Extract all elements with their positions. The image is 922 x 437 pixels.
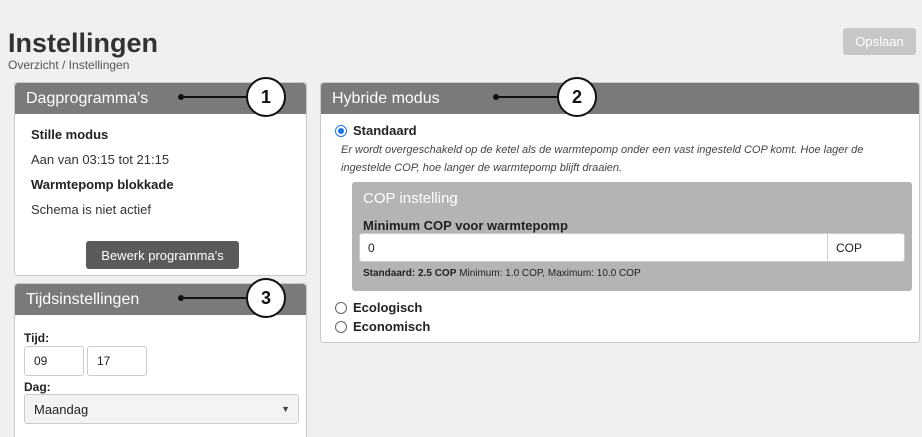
callout-2: 2 — [493, 77, 597, 117]
callout-badge: 2 — [557, 77, 597, 117]
callout-line — [499, 96, 557, 98]
minute-input[interactable]: 17 — [87, 346, 147, 376]
blokkade-value: Schema is niet actief — [31, 202, 151, 217]
day-select-value: Maandag — [34, 401, 89, 417]
option-label: Economisch — [353, 319, 431, 334]
cop-title: COP instelling — [363, 190, 458, 207]
cop-input[interactable]: 0 — [359, 233, 828, 262]
callout-badge: 1 — [246, 77, 286, 117]
blokkade-title: Warmtepomp blokkade — [31, 177, 174, 192]
cop-hint-range: Minimum: 1.0 COP, Maximum: 10.0 COP — [456, 268, 641, 279]
callout-3: 3 — [178, 278, 286, 318]
stille-modus-value: Aan van 03:15 tot 21:15 — [31, 152, 170, 167]
stille-modus-title: Stille modus — [31, 127, 109, 142]
radio-standaard[interactable] — [335, 124, 347, 137]
dagprogramma-header: Dagprogramma's 1 — [15, 77, 306, 117]
tijd-panel: Tijdsinstellingen 3 Tijd: 09 17 Dag: Maa… — [14, 278, 307, 437]
option-economisch[interactable]: Economisch — [335, 319, 430, 334]
tijd-title: Tijdsinstellingen — [26, 290, 140, 308]
page-title: Instellingen — [8, 28, 159, 58]
cop-settings-box: COP instelling Minimum COP voor warmtepo… — [352, 182, 912, 291]
chevron-down-icon: ▼ — [281, 404, 290, 414]
dagprogramma-title: Dagprogramma's — [26, 89, 149, 107]
radio-economisch[interactable] — [335, 320, 347, 333]
standaard-description: Er wordt overgeschakeld op de ketel als … — [341, 144, 864, 174]
dagprogramma-panel: Dagprogramma's 1 Stille modus Aan van 03… — [14, 77, 307, 276]
hour-input[interactable]: 09 — [24, 346, 84, 376]
callout-badge: 3 — [246, 278, 286, 318]
cop-label: Minimum COP voor warmtepomp — [363, 218, 568, 233]
hybride-header: Hybride modus 2 — [321, 77, 919, 117]
cop-unit: COP — [828, 233, 905, 262]
time-label: Tijd: — [24, 331, 50, 345]
hybride-title: Hybride modus — [332, 89, 440, 107]
callout-1: 1 — [178, 77, 286, 117]
option-ecologisch[interactable]: Ecologisch — [335, 300, 422, 315]
breadcrumb[interactable]: Overzicht / Instellingen — [8, 58, 158, 72]
cop-hint-default: Standaard: 2.5 COP — [363, 268, 457, 279]
cop-hint: Standaard: 2.5 COP Minimum: 1.0 COP, Max… — [363, 268, 641, 279]
option-label: Standaard — [353, 123, 417, 138]
callout-line — [184, 297, 246, 299]
tijd-header: Tijdsinstellingen 3 — [15, 278, 306, 318]
day-select[interactable]: Maandag ▼ — [24, 394, 299, 424]
callout-line — [184, 96, 246, 98]
day-label: Dag: — [24, 380, 51, 394]
edit-programs-button[interactable]: Bewerk programma's — [86, 241, 239, 269]
option-standaard[interactable]: Standaard — [335, 123, 417, 138]
page-header: Instellingen Overzicht / Instellingen — [8, 28, 158, 72]
radio-ecologisch[interactable] — [335, 301, 347, 314]
option-label: Ecologisch — [353, 300, 423, 315]
hybride-panel: Hybride modus 2 Standaard Er wordt overg… — [320, 77, 920, 343]
save-button[interactable]: Opslaan — [843, 28, 916, 55]
